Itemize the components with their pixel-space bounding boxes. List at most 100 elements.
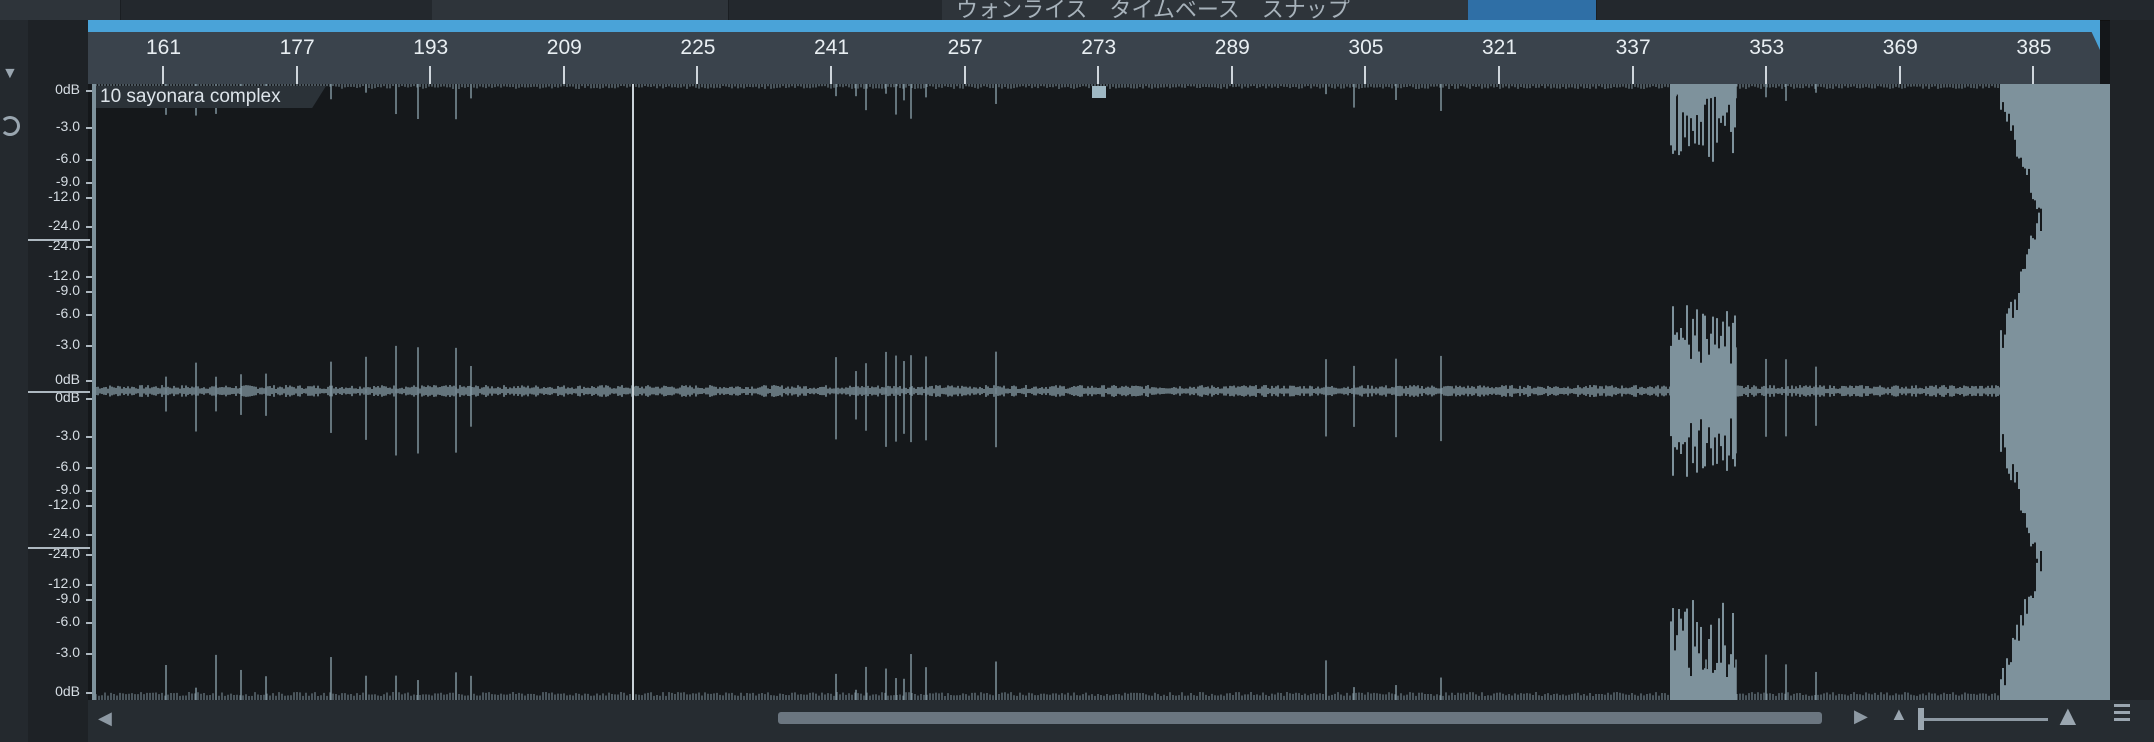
db-scale-tick: [86, 159, 92, 161]
playhead-cursor[interactable]: [632, 84, 634, 700]
toolbar-segment-3-label: ウォンライス タイムベース スナップ: [956, 0, 1350, 20]
track-control-strip: ▼: [0, 20, 28, 742]
db-scale-tick: [86, 345, 92, 347]
db-scale-label: -6.0: [55, 150, 80, 166]
db-scale-label: -24.0: [48, 525, 80, 541]
db-scale-label: -12.0: [48, 188, 80, 204]
db-scale-label: -6.0: [55, 305, 80, 321]
top-toolbar: ウォンライス タイムベース スナップ: [0, 0, 2154, 21]
ruler-tick-label: 385: [2016, 36, 2052, 59]
channel-separator: [28, 239, 90, 241]
db-scale-label: -24.0: [48, 217, 80, 233]
db-labels: 0dB -3.0 -6.0 -9.0 -12.0 -24.0 -24.0 -12.0 -9.0-…: [28, 0, 92, 742]
ruler-tick-mark: [963, 66, 966, 84]
loop-icon[interactable]: [0, 116, 20, 136]
ruler-tick-mark: [1898, 66, 1901, 84]
lines-icon[interactable]: [2114, 704, 2130, 722]
db-scale-tick: [86, 226, 92, 228]
ruler-tick-mark: [562, 66, 565, 84]
ruler-tick-mark: [1230, 66, 1233, 84]
db-scale-tick: [86, 436, 92, 438]
zoom-slider-handle[interactable]: [1918, 708, 1924, 730]
db-scale-tick: [86, 534, 92, 536]
ruler-tick-mark: [1097, 66, 1100, 84]
ruler-tick-label: 161: [146, 36, 182, 59]
waveform-loud-ending: [2056, 84, 2106, 700]
toolbar-segment-active[interactable]: [1468, 0, 1597, 20]
db-scale-tick: [86, 90, 92, 92]
db-scale-tick: [86, 291, 92, 293]
db-scale-tick: [86, 490, 92, 492]
ruler-tick-label: 225: [680, 36, 716, 59]
zoom-slider-track[interactable]: [1918, 718, 2048, 721]
ruler-tick-mark: [830, 66, 832, 84]
db-scale-tick: [86, 380, 92, 382]
waveform: [96, 84, 2106, 700]
db-scale-tick: [86, 554, 92, 556]
ruler-tick-mark: [162, 66, 164, 84]
db-scale-tick: [86, 622, 92, 624]
db-scale-label: -12.0: [48, 496, 80, 512]
db-scale-tick: [86, 505, 92, 507]
ruler-tick-mark: [696, 66, 699, 84]
mountain-large-icon[interactable]: ▲: [2054, 700, 2082, 732]
db-scale-label: -3.0: [55, 118, 80, 134]
db-scale-tick: [86, 398, 92, 400]
ruler-tick-label: 337: [1615, 36, 1651, 59]
db-scale-label: -3.0: [55, 644, 80, 660]
db-scale-tick: [86, 246, 92, 248]
db-scale-tick: [86, 197, 92, 199]
ruler-tick-label: 209: [546, 36, 582, 59]
db-scale-label: -12.0: [48, 267, 80, 283]
toolbar-segment-2[interactable]: [432, 0, 729, 20]
ruler-tick-mark: [1498, 66, 1500, 84]
db-scale-label: -3.0: [55, 336, 80, 352]
db-scale-tick: [86, 653, 92, 655]
ruler-tick-label: 305: [1348, 36, 1384, 59]
db-scale-tick: [86, 467, 92, 469]
ruler-tick-mark: [1364, 66, 1367, 84]
arrow-left-icon[interactable]: ◀: [98, 708, 112, 729]
db-scale-label: -9.0: [55, 173, 80, 189]
db-scale-label: 0dB: [55, 371, 80, 387]
db-scale-tick: [86, 692, 92, 694]
db-scale-label: 0dB: [55, 683, 80, 699]
channel-separator: [28, 391, 90, 393]
db-scale-label: -9.0: [55, 481, 80, 497]
ruler-tick-label: 273: [1081, 36, 1117, 59]
db-scale-label: -9.0: [55, 282, 80, 298]
db-scale-label: -12.0: [48, 575, 80, 591]
db-scale-label: -9.0: [55, 590, 80, 606]
ruler-tick-label: 177: [279, 36, 315, 59]
channel-separator: [28, 547, 90, 549]
ruler-tick-label: 321: [1482, 36, 1518, 59]
ruler-tick-mark: [295, 66, 298, 84]
loop-range-bar[interactable]: [88, 20, 2100, 32]
clip-name: 10 sayonara complex: [100, 86, 281, 107]
db-scale-label: -6.0: [55, 613, 80, 629]
ruler-tick-mark: [2032, 66, 2035, 84]
db-scale-tick: [86, 314, 92, 316]
db-scale-tick: [86, 127, 92, 129]
ruler-tick-mark: [429, 66, 432, 84]
db-scale-tick: [86, 276, 92, 278]
ruler-tick-mark: [1631, 66, 1634, 84]
ruler-tick-label: 241: [814, 36, 850, 59]
db-scale-tick: [86, 599, 92, 601]
db-scale-tick: [86, 584, 92, 586]
toolbar-segment-3[interactable]: ウォンライス タイムベース スナップ: [942, 0, 1471, 20]
ruler-tick-label: 289: [1214, 36, 1250, 59]
right-panel-edge: [2110, 20, 2154, 700]
arrow-right-icon[interactable]: ▶: [1854, 706, 1868, 727]
marker-flag[interactable]: [1092, 86, 1106, 98]
triangle-down-icon[interactable]: ▼: [2, 65, 18, 83]
horizontal-scroll-thumb[interactable]: [778, 712, 1822, 724]
db-scale-tick: [86, 182, 92, 184]
ruler-tick-mark: [1765, 66, 1768, 84]
mountain-small-icon[interactable]: ▲: [1890, 704, 1908, 725]
db-scale-label: 0dB: [55, 81, 80, 97]
ruler-tick-label: 193: [413, 36, 449, 59]
loop-end-handle[interactable]: [2086, 20, 2100, 50]
ruler-tick-label: 257: [947, 36, 983, 59]
db-scale-label: -3.0: [55, 427, 80, 443]
